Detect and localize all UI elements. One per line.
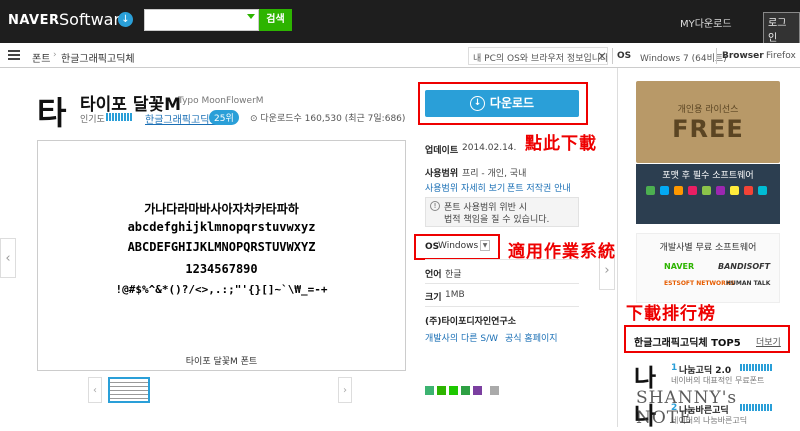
share-cafe-icon[interactable] — [461, 386, 470, 395]
preview-line-digits: 1234567890 — [185, 262, 258, 276]
font-title-en: Typo MoonFlowerM — [178, 96, 264, 106]
share-line-icon[interactable] — [449, 386, 458, 395]
breadcrumb-category[interactable]: 한글그래픽고딕체 — [61, 50, 135, 65]
search-button[interactable]: 검색 — [259, 9, 292, 31]
divider — [612, 48, 613, 64]
annotation-box-download — [418, 82, 588, 125]
app-icon — [758, 186, 767, 195]
preview-line-upper: ABCDEFGHIJKLMNOPQRSTUVWXYZ — [127, 240, 316, 254]
breadcrumb-fonts[interactable]: 폰트 — [32, 50, 50, 65]
naver-logo: NAVER — [664, 262, 695, 271]
divider — [425, 306, 579, 307]
usage-value: 프리 - 개인, 국내 — [462, 169, 527, 179]
font-preview-panel — [37, 140, 406, 371]
free-ad-title: FREE — [672, 115, 744, 143]
annotation-download: 點此下載 — [525, 134, 597, 154]
share-blog-icon[interactable] — [473, 386, 482, 395]
usage-label: 사용범위 — [425, 169, 459, 179]
size-value: 1MB — [445, 290, 465, 300]
browser-label: Browser — [722, 51, 764, 61]
app-icon — [646, 186, 655, 195]
divider — [425, 283, 579, 284]
free-ad-subtitle: 개인용 라이선스 — [677, 105, 739, 115]
update-value: 2014.02.14. — [462, 143, 517, 153]
ranking-number: 1 — [671, 363, 678, 373]
watermark-text: SHANNY's NOTE — [636, 388, 738, 428]
preview-thumbnail[interactable] — [108, 377, 150, 403]
top5-title: 한글그래픽고딕체 TOP5 — [634, 338, 741, 349]
breadcrumb-separator-icon: › — [53, 50, 57, 60]
prev-arrow-icon[interactable]: ‹ — [0, 238, 16, 278]
language-value: 한글 — [445, 270, 462, 280]
preview-line-symbols: !@#$%^&*()?/<>,.:;"'{}[]~`\₩_=-+ — [115, 283, 328, 296]
rank-badge: 25위 — [209, 110, 239, 125]
preview-caption: 타이포 달꽃M 폰트 — [185, 357, 258, 367]
share-band-icon[interactable] — [437, 386, 446, 395]
my-download-link[interactable]: MY다운로드 — [680, 15, 732, 30]
thumb-prev-icon[interactable]: ‹ — [88, 377, 102, 403]
more-link[interactable]: 더보기 — [756, 335, 781, 348]
divider — [425, 259, 579, 260]
usage-more-link[interactable]: 사용범위 자세히 보기 — [425, 181, 505, 194]
update-label: 업데이트 — [425, 146, 459, 156]
download-count-text: 다운로드수 160,530 (최근 7일:686) — [260, 114, 406, 124]
download-count: ⊙ 다운로드수 160,530 (최근 7일:686) — [250, 111, 405, 124]
os-value: Windows 7 (64비트) — [640, 54, 727, 64]
popularity-label: 인기도 — [80, 115, 105, 125]
app-icon — [744, 186, 753, 195]
ranking-bar — [740, 364, 772, 371]
warning-icon: ! — [430, 201, 440, 211]
preview-line-lower: abcdefghijklmnopqrstuvwxyz — [127, 220, 316, 234]
app-icon — [660, 186, 669, 195]
login-button[interactable]: 로그인 — [763, 12, 800, 46]
popularity-bar — [106, 113, 132, 121]
annotation-box-os — [414, 234, 500, 260]
publisher-other-sw-link[interactable]: 개발사의 다른 S/W — [425, 331, 498, 344]
search-dropdown-icon[interactable] — [247, 14, 255, 19]
naver-logo[interactable]: NAVER — [8, 13, 60, 28]
bandisoft-logo: BANDISOFT — [718, 262, 771, 271]
copyright-link[interactable]: 폰트 저작권 안내 — [507, 181, 571, 194]
divider — [716, 48, 717, 64]
download-count-icon: ⊙ — [250, 114, 261, 124]
size-label: 크기 — [425, 293, 442, 303]
os-label: OS — [617, 51, 632, 61]
search-input[interactable] — [144, 9, 259, 31]
category-link[interactable]: 한글그래픽고딕체 — [145, 111, 219, 126]
browser-value: Firefox — [766, 51, 796, 61]
menu-icon[interactable] — [8, 50, 20, 60]
publisher-name[interactable]: (주)타이포디자인연구소 — [425, 314, 516, 327]
share-more-icon[interactable] — [490, 386, 499, 395]
annotation-ranking: 下載排行榜 — [626, 304, 716, 324]
share-naver-icon[interactable] — [425, 386, 434, 395]
warning-line-2: 법적 책임을 질 수 있습니다. — [444, 215, 550, 225]
preview-line-hangul: 가나다라마바사아자차카타파하 — [144, 202, 299, 216]
format-ad-title: 포맷 후 필수 소프트웨어 — [662, 171, 754, 181]
download-circle-icon: ↓ — [118, 12, 133, 27]
os-notice: 내 PC의 OS와 브라우저 정보입니다. — [468, 47, 608, 65]
app-icon — [688, 186, 697, 195]
language-label: 언어 — [425, 270, 442, 280]
estsoft-logo: ESTSOFT NETWORKS — [664, 280, 735, 287]
font-glyph-sample: 타 — [37, 94, 67, 132]
thumb-next-icon[interactable]: › — [338, 377, 352, 403]
publisher-homepage-link[interactable]: 공식 홈페이지 — [505, 331, 558, 344]
app-icon — [674, 186, 683, 195]
humantalk-logo: HUMAN TALK — [726, 280, 771, 287]
app-icon — [730, 186, 739, 195]
close-icon[interactable]: × — [597, 49, 607, 63]
ranking-desc: 네이버의 대표적인 무료폰트 — [671, 376, 765, 385]
app-icon — [716, 186, 725, 195]
developer-ad-title: 개발사별 무료 소프트웨어 — [659, 243, 757, 253]
app-icon — [702, 186, 711, 195]
